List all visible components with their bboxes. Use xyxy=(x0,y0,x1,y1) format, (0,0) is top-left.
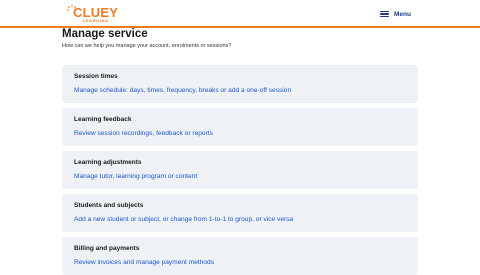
page-title: Manage service xyxy=(62,28,148,40)
card-learning-feedback[interactable]: Learning feedback Review session recordi… xyxy=(62,108,418,146)
menu-button-label: Menu xyxy=(394,10,411,18)
card-title: Learning adjustments xyxy=(74,159,142,166)
cluey-learning-logo[interactable]: CLUEY LEARNING xyxy=(66,4,118,24)
card-title: Billing and payments xyxy=(74,245,140,252)
card-link[interactable]: Review session recordings, feedback or r… xyxy=(74,130,213,138)
hamburger-menu-icon xyxy=(380,10,389,18)
card-link[interactable]: Manage tutor, learning program or conten… xyxy=(74,173,197,181)
card-title: Learning feedback xyxy=(74,116,132,123)
card-students-and-subjects[interactable]: Students and subjects Add a new student … xyxy=(62,194,418,232)
card-session-times[interactable]: Session times Manage schedule: days, tim… xyxy=(62,65,418,103)
menu-button[interactable]: Menu xyxy=(380,8,411,20)
page-subtitle: How can we help you manage your account,… xyxy=(62,43,232,49)
card-billing-and-payments[interactable]: Billing and payments Review invoices and… xyxy=(62,237,418,275)
top-navigation-bar: CLUEY LEARNING Menu xyxy=(0,0,480,28)
card-link[interactable]: Add a new student or subject, or change … xyxy=(74,216,293,224)
card-link[interactable]: Review invoices and manage payment metho… xyxy=(74,259,214,267)
card-title: Session times xyxy=(74,73,118,80)
card-title: Students and subjects xyxy=(74,202,144,209)
logo-subtext: LEARNING xyxy=(83,18,109,23)
card-link[interactable]: Manage schedule: days, times, frequency,… xyxy=(74,87,291,95)
card-learning-adjustments[interactable]: Learning adjustments Manage tutor, learn… xyxy=(62,151,418,189)
